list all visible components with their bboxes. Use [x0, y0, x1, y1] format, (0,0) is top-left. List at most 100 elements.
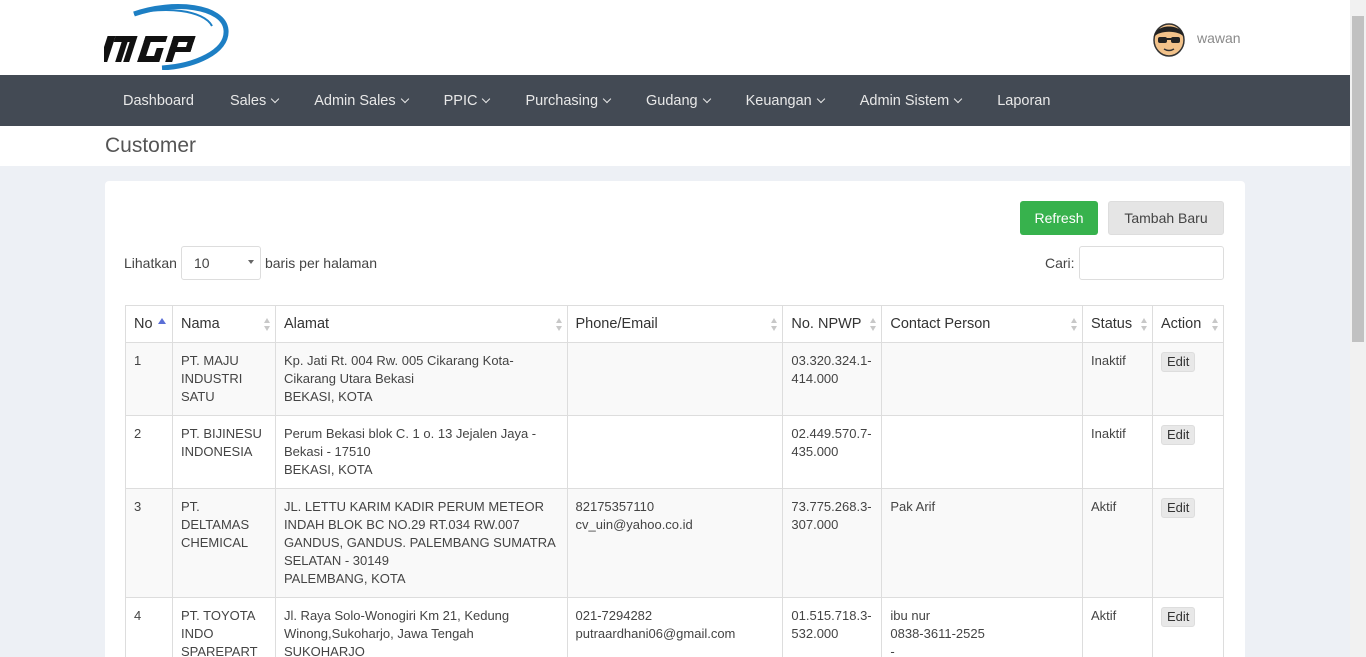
- cell-contact-person: ibu nur 0838-3611-2525 -: [881, 597, 1084, 657]
- column-header-nama[interactable]: Nama: [171, 305, 276, 343]
- user-name[interactable]: wawan: [1197, 30, 1241, 46]
- cell-status: Inaktif: [1082, 342, 1153, 416]
- column-label: Action: [1160, 316, 1202, 332]
- sort-icon: [870, 318, 877, 332]
- caret-down-icon: [247, 260, 254, 264]
- address-city: SUKOHARJO: [283, 644, 365, 657]
- column-header-npwp[interactable]: No. NPWP: [782, 305, 883, 343]
- nav-ppic[interactable]: PPIC: [426, 75, 508, 126]
- cell-phone-email: [566, 342, 784, 416]
- customer-table: No Nama Alamat Phone/Email No. NPWP Cont…: [125, 305, 1225, 657]
- email: putraardhani06@gmail.com: [575, 626, 736, 641]
- address-line: JL. LETTU KARIM KADIR PERUM METEOR INDAH…: [283, 499, 556, 568]
- cell-status: Inaktif: [1082, 415, 1153, 489]
- cell-action: Edit: [1151, 342, 1225, 416]
- column-label: Phone/Email: [575, 316, 658, 332]
- edit-button[interactable]: Edit: [1160, 352, 1196, 372]
- sort-icon: [1212, 318, 1218, 332]
- sort-ascending-icon: [158, 318, 166, 324]
- cell-npwp: 73.775.268.3-307.000: [782, 488, 883, 598]
- nav-keuangan[interactable]: Keuangan: [728, 75, 842, 126]
- column-header-no[interactable]: No: [125, 305, 173, 343]
- cell-action: Edit: [1151, 597, 1225, 657]
- refresh-button[interactable]: Refresh: [1020, 201, 1098, 235]
- nav-admin-sales[interactable]: Admin Sales: [296, 75, 425, 126]
- cell-phone-email: [566, 415, 784, 489]
- email: cv_uin@yahoo.co.id: [575, 517, 693, 532]
- phone: 021-7294282: [575, 608, 653, 623]
- nav-label: Dashboard: [123, 92, 194, 109]
- sort-icon: [263, 318, 270, 332]
- edit-button[interactable]: Edit: [1160, 425, 1196, 445]
- column-label: No: [134, 316, 153, 332]
- address-city: PALEMBANG, KOTA: [283, 571, 406, 586]
- nav-label: Keuangan: [745, 92, 812, 109]
- cell-nama: PT. TOYOTA INDO SPAREPART: [171, 597, 276, 657]
- nav-admin-sistem[interactable]: Admin Sistem: [842, 75, 979, 126]
- chevron-down-icon: [482, 94, 491, 104]
- scrollbar-thumb[interactable]: [1352, 16, 1364, 342]
- cell-alamat: Perum Bekasi blok C. 1 o. 13 Jejalen Jay…: [274, 415, 568, 489]
- column-header-action[interactable]: Action: [1151, 305, 1225, 343]
- column-label: No. NPWP: [791, 316, 862, 332]
- add-new-button[interactable]: Tambah Baru: [1108, 201, 1224, 235]
- address-line: Perum Bekasi blok C. 1 o. 13 Jejalen Jay…: [283, 426, 537, 459]
- nav-dashboard[interactable]: Dashboard: [105, 75, 212, 126]
- table-row: 3 PT. DELTAMAS CHEMICAL JL. LETTU KARIM …: [125, 488, 1225, 598]
- cell-contact-person: [881, 415, 1084, 489]
- cell-npwp: 02.449.570.7-435.000: [782, 415, 883, 489]
- nav-gudang[interactable]: Gudang: [628, 75, 728, 126]
- cell-status: Aktif: [1082, 597, 1153, 657]
- column-header-status[interactable]: Status: [1082, 305, 1153, 343]
- column-header-alamat[interactable]: Alamat: [274, 305, 568, 343]
- nav-label: Laporan: [997, 92, 1051, 109]
- edit-button[interactable]: Edit: [1160, 498, 1196, 518]
- cell-nama: PT. BIJINESU INDONESIA: [171, 415, 276, 489]
- nav-menu: Dashboard Sales Admin Sales PPIC Purchas…: [105, 75, 1068, 126]
- cell-contact-person: Pak Arif: [881, 488, 1084, 598]
- column-label: Status: [1091, 316, 1133, 332]
- address-city: BEKASI, KOTA: [283, 462, 373, 477]
- nav-label: Gudang: [646, 92, 698, 109]
- address-line: Kp. Jati Rt. 004 Rw. 005 Cikarang Kota-C…: [283, 353, 514, 386]
- mgp-logo[interactable]: [104, 4, 230, 70]
- page-title: Customer: [105, 134, 197, 157]
- cell-no: 4: [125, 597, 173, 657]
- page-length-select[interactable]: 10: [180, 246, 261, 280]
- page-length-control: Lihatkan 10 baris per halaman: [124, 246, 377, 280]
- nav-purchasing[interactable]: Purchasing: [507, 75, 628, 126]
- cell-action: Edit: [1151, 488, 1225, 598]
- cell-alamat: Kp. Jati Rt. 004 Rw. 005 Cikarang Kota-C…: [274, 342, 568, 416]
- nav-label: Purchasing: [525, 92, 599, 109]
- address-line: Jl. Raya Solo-Wonogiri Km 21, Kedung Win…: [283, 608, 510, 641]
- search-input[interactable]: [1078, 246, 1224, 280]
- length-prefix: Lihatkan: [124, 255, 177, 271]
- contact-extra: -: [890, 644, 895, 657]
- cell-status: Aktif: [1082, 488, 1153, 598]
- edit-button[interactable]: Edit: [1160, 607, 1196, 627]
- cell-alamat: JL. LETTU KARIM KADIR PERUM METEOR INDAH…: [274, 488, 568, 598]
- column-label: Nama: [180, 316, 220, 332]
- cell-nama: PT. MAJU INDUSTRI SATU: [171, 342, 276, 416]
- sort-icon: [771, 318, 778, 332]
- nav-label: Admin Sistem: [859, 92, 950, 109]
- column-header-contact-person[interactable]: Contact Person: [881, 305, 1084, 343]
- phone: 82175357110: [575, 499, 655, 514]
- chevron-down-icon: [602, 94, 612, 104]
- cell-no: 1: [125, 342, 173, 416]
- contact-phone: 0838-3611-2525: [890, 626, 985, 641]
- nav-laporan[interactable]: Laporan: [979, 75, 1068, 126]
- chevron-down-icon: [816, 94, 825, 104]
- table-row: 4 PT. TOYOTA INDO SPAREPART Jl. Raya Sol…: [125, 597, 1225, 657]
- nav-label: PPIC: [443, 92, 478, 109]
- avatar[interactable]: [1151, 19, 1187, 57]
- nav-label: Sales: [229, 92, 267, 109]
- table-row: 2 PT. BIJINESU INDONESIA Perum Bekasi bl…: [125, 415, 1225, 489]
- cell-npwp: 03.320.324.1-414.000: [782, 342, 883, 416]
- chevron-down-icon: [953, 94, 963, 104]
- chevron-down-icon: [400, 94, 409, 104]
- nav-sales[interactable]: Sales: [212, 75, 296, 126]
- column-header-phone-email[interactable]: Phone/Email: [566, 305, 784, 343]
- user-menu[interactable]: wawan: [1151, 18, 1241, 58]
- search-label: Cari:: [1045, 255, 1075, 271]
